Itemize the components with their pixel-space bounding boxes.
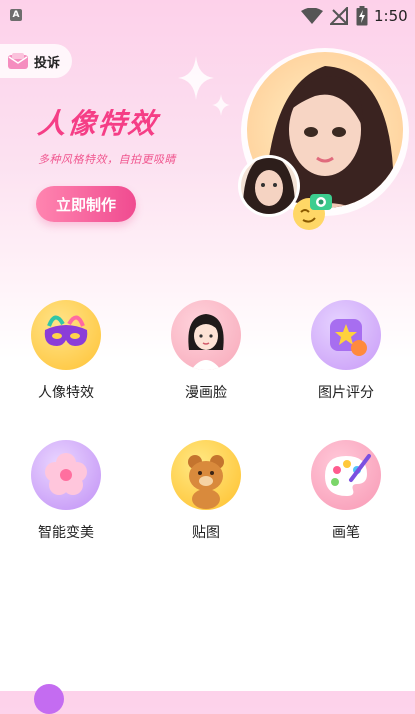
- clock: 1:50: [374, 7, 408, 25]
- feature-smart-beauty[interactable]: 智能变美: [6, 440, 126, 542]
- wifi-icon: [301, 8, 323, 24]
- status-bar: A 1:50: [0, 0, 415, 32]
- hero-title: 人像特效: [36, 107, 160, 140]
- feature-label: 智能变美: [38, 525, 94, 541]
- feature-label: 人像特效: [38, 385, 94, 401]
- feature-photo-score[interactable]: 图片评分: [286, 300, 406, 402]
- bottom-nav-icon[interactable]: [34, 684, 64, 714]
- envelope-icon: [8, 53, 28, 69]
- bear-sticker-icon: [171, 440, 241, 510]
- cartoon-face-icon: [171, 300, 241, 370]
- star-rating-icon: [311, 300, 381, 370]
- feature-label: 图片评分: [318, 385, 374, 401]
- battery-icon: [356, 6, 368, 26]
- complain-button[interactable]: 投诉: [0, 44, 73, 78]
- make-now-button[interactable]: 立即制作: [36, 186, 136, 222]
- feature-label: 画笔: [332, 525, 360, 541]
- complain-label: 投诉: [34, 55, 61, 71]
- feature-cartoon-face[interactable]: 漫画脸: [146, 300, 266, 402]
- mask-icon: [31, 300, 101, 370]
- palette-icon: [311, 440, 381, 510]
- feature-label: 贴图: [192, 525, 220, 541]
- feature-portrait-effects[interactable]: 人像特效: [6, 300, 126, 402]
- feature-label: 漫画脸: [185, 385, 227, 401]
- app-notification-icon: A: [10, 9, 22, 21]
- no-signal-icon: [330, 7, 348, 25]
- hero-subtitle: 多种风格特效，自拍更吸睛: [38, 153, 176, 166]
- flower-icon: [31, 440, 101, 510]
- feature-stickers[interactable]: 贴图: [146, 440, 266, 542]
- sparkle-icon: [178, 56, 214, 100]
- hero-portrait-image: [238, 48, 409, 230]
- feature-brush[interactable]: 画笔: [286, 440, 406, 542]
